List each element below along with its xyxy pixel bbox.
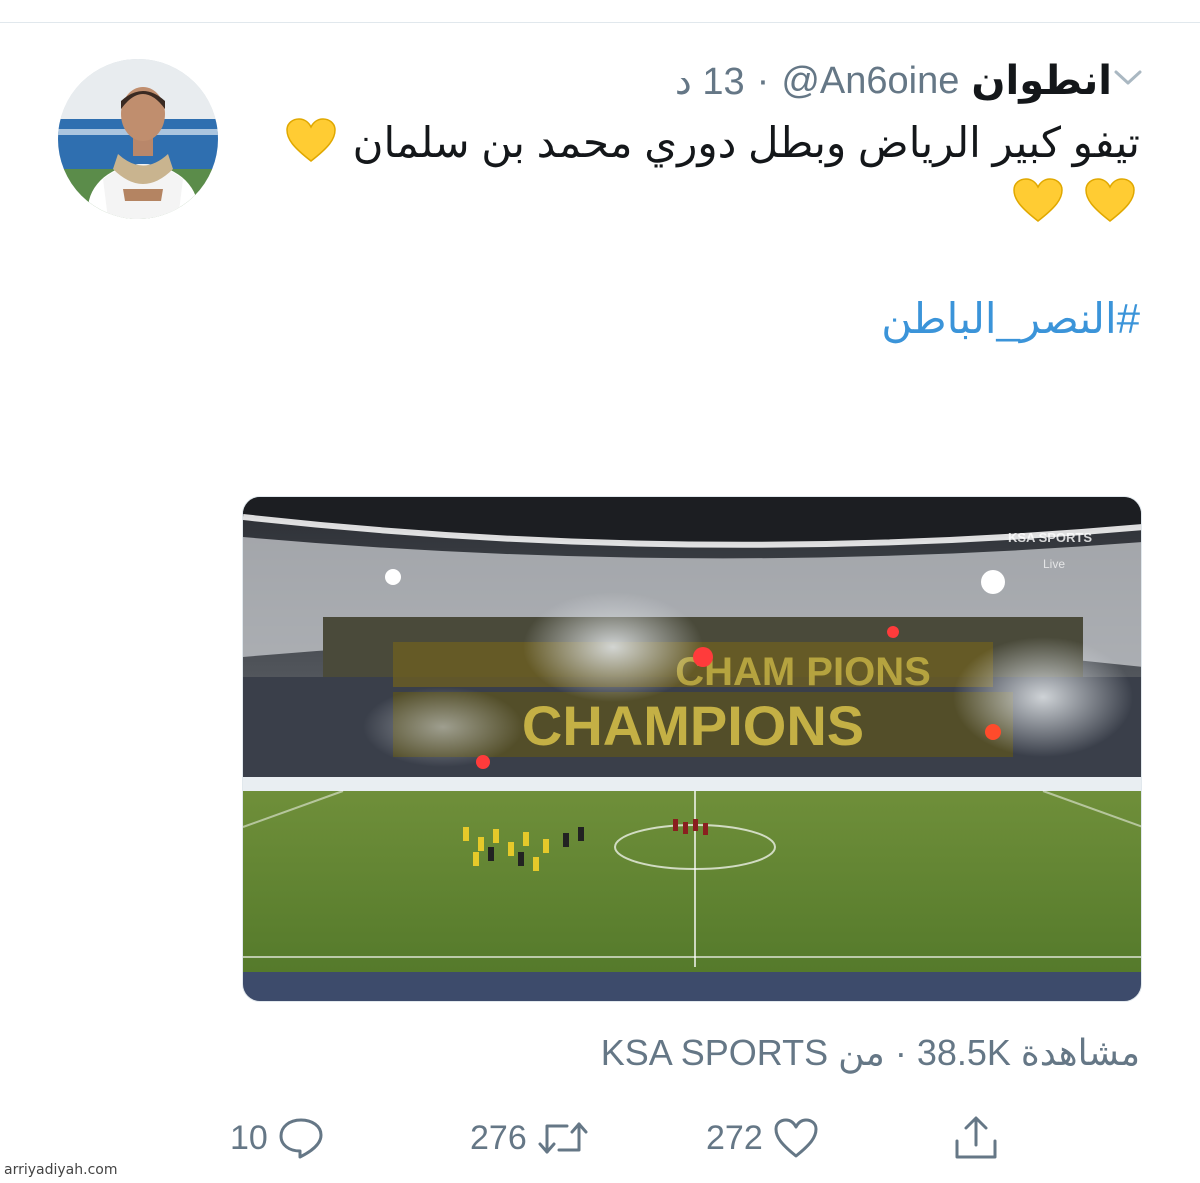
retweet-button[interactable]: 276 [470, 1108, 589, 1168]
from-label: من [838, 1032, 885, 1073]
avatar-photo [58, 59, 218, 219]
display-name[interactable]: انطوان [971, 58, 1112, 104]
video-source-link[interactable]: KSA SPORTS [601, 1032, 828, 1074]
timestamp[interactable]: 13 د [675, 59, 745, 104]
tweet-header: انطوان @An6oine · 13 د [675, 56, 1112, 106]
broadcaster-logo: KSA SPORTS [1008, 530, 1092, 545]
share-button[interactable] [952, 1108, 1000, 1168]
hashtag-link[interactable]: #النصر_الباطن [881, 294, 1140, 343]
user-handle[interactable]: @An6oine [781, 60, 959, 103]
avatar[interactable] [58, 59, 218, 219]
reply-icon [279, 1118, 323, 1159]
yellow-heart-icon [1084, 177, 1136, 223]
stadium-image: CHAMPIONS CHAM PIONS KSA SPORTS Live [243, 497, 1141, 1001]
tifo-text-top: CHAM PIONS [675, 650, 931, 694]
yellow-heart-icon [1012, 177, 1064, 223]
retweet-icon [538, 1122, 588, 1154]
views-label: مشاهدة [1020, 1032, 1140, 1073]
heart-icon [774, 1118, 818, 1158]
like-count: 272 [706, 1118, 763, 1157]
tweet-line-1: تيفو كبير الرياض وبطل دوري محمد بن سلمان [240, 113, 1140, 173]
reply-count: 10 [230, 1118, 268, 1157]
reply-button[interactable]: 10 [230, 1108, 324, 1168]
tweet-body-text: تيفو كبير الرياض وبطل دوري محمد بن سلمان [352, 119, 1140, 166]
tifo-text: CHAMPIONS [522, 694, 864, 757]
like-button[interactable]: 272 [706, 1108, 819, 1168]
chevron-down-icon [1114, 70, 1142, 85]
separator-dot: · [756, 59, 770, 102]
retweet-count: 276 [470, 1118, 527, 1157]
view-count-line: مشاهدة 38.5K · من KSA SPORTS [601, 1030, 1140, 1076]
tweet-media-video[interactable]: CHAMPIONS CHAM PIONS KSA SPORTS Live [242, 496, 1142, 1002]
views-count: 38.5K [916, 1032, 1011, 1073]
share-icon [955, 1116, 997, 1159]
more-options-button[interactable] [1112, 66, 1144, 90]
tweet-text: تيفو كبير الرياض وبطل دوري محمد بن سلمان [240, 113, 1140, 233]
yellow-heart-icon [285, 117, 337, 163]
tweet-line-2 [240, 173, 1140, 233]
divider [0, 22, 1200, 23]
tweet-actions: 10 276 272 [0, 1108, 1200, 1168]
separator-dot: · [894, 1032, 907, 1073]
tweet-page: انطوان @An6oine · 13 د تيفو كبير الرياض … [0, 0, 1200, 1183]
watermark: arriyadiyah.com [4, 1162, 118, 1178]
live-label: Live [1043, 557, 1065, 571]
